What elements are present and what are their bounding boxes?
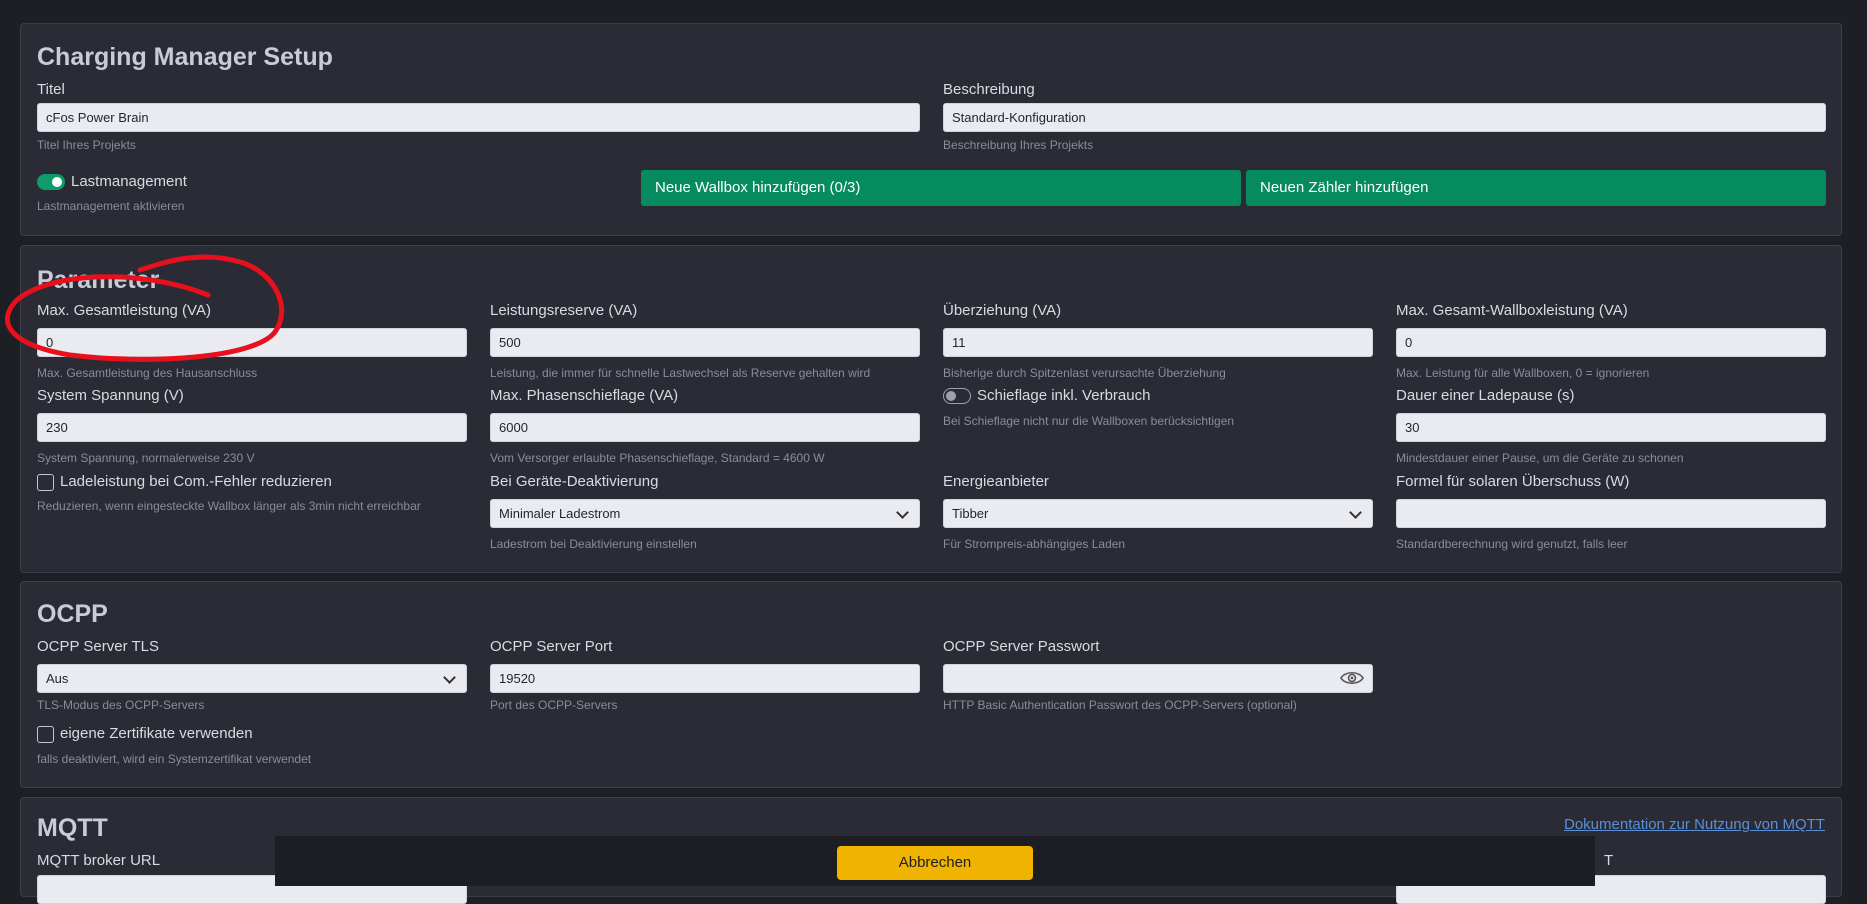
max-wallboxleistung-input[interactable]: 0 [1396,328,1826,357]
setup-card: Charging Manager Setup Titel cFos Power … [20,23,1842,236]
mqtt-title: MQTT [37,814,108,842]
max-wallboxleistung-label: Max. Gesamt-Wallboxleistung (VA) [1396,302,1628,319]
phasenschieflage-help: Vom Versorger erlaubte Phasenschieflage,… [490,451,825,465]
solar-formel-label: Formel für solaren Überschuss (W) [1396,473,1630,490]
geraete-deaktivierung-label: Bei Geräte-Deaktivierung [490,473,659,490]
ueberziehung-label: Überziehung (VA) [943,302,1062,319]
leistungsreserve-field: Leistungsreserve (VA) 500 Leistung, die … [490,301,920,380]
ocpp-password-label: OCPP Server Passwort [943,638,1100,655]
energieanbieter-field: Energieanbieter Tibber Für Strompreis-ab… [943,472,1373,551]
parameter-title: Parameter [37,266,160,294]
ocpp-tls-help: TLS-Modus des OCPP-Servers [37,698,205,712]
phasenschieflage-field: Max. Phasenschieflage (VA) 6000 Vom Vers… [490,386,920,465]
ocpp-cert-row: eigene Zertifikate verwenden [37,724,467,744]
ocpp-cert-checkbox[interactable] [37,725,54,743]
cancel-button[interactable]: Abbrechen [837,846,1033,880]
ocpp-port-field: OCPP Server Port 19520 Port des OCPP-Ser… [490,637,920,712]
ocpp-card: OCPP OCPP Server TLS Aus TLS-Modus des O… [20,581,1842,788]
max-wallboxleistung-field: Max. Gesamt-Wallboxleistung (VA) 0 Max. … [1396,301,1826,380]
ueberziehung-field: Überziehung (VA) 11 Bisherige durch Spit… [943,301,1373,380]
system-spannung-field: System Spannung (V) 230 System Spannung,… [37,386,467,465]
ladepause-input[interactable]: 30 [1396,413,1826,442]
lastmanagement-label: Lastmanagement [71,173,187,190]
geraete-deaktivierung-field: Bei Geräte-Deaktivierung Minimaler Lades… [490,472,920,551]
system-spannung-input[interactable]: 230 [37,413,467,442]
max-gesamtleistung-field: Max. Gesamtleistung (VA) 0 Max. Gesamtle… [37,301,467,380]
setup-title: Charging Manager Setup [37,43,333,71]
energieanbieter-select[interactable]: Tibber [943,499,1373,528]
ladepause-label: Dauer einer Ladepause (s) [1396,387,1575,404]
com-fehler-field: Ladeleistung bei Com.-Fehler reduzieren … [37,472,467,513]
ladepause-field: Dauer einer Ladepause (s) 30 Mindestdaue… [1396,386,1826,465]
ocpp-cert-label: eigene Zertifikate verwenden [60,725,253,742]
titel-label: Titel [37,81,65,98]
ocpp-port-input[interactable]: 19520 [490,664,920,693]
ocpp-password-wrapper [943,664,1373,693]
titel-input[interactable]: cFos Power Brain [37,103,920,132]
schieflage-verbrauch-row: Schieflage inkl. Verbrauch [943,386,1373,406]
com-fehler-row: Ladeleistung bei Com.-Fehler reduzieren [37,472,467,492]
titel-field: Titel cFos Power Brain Titel Ihres Proje… [37,80,920,152]
com-fehler-help: Reduzieren, wenn eingesteckte Wallbox lä… [37,499,421,513]
phasenschieflage-input[interactable]: 6000 [490,413,920,442]
phasenschieflage-label: Max. Phasenschieflage (VA) [490,387,679,404]
ocpp-cert-field: eigene Zertifikate verwenden falls deakt… [37,724,467,766]
com-fehler-label: Ladeleistung bei Com.-Fehler reduzieren [60,473,332,490]
ocpp-tls-select[interactable]: Aus [37,664,467,693]
leistungsreserve-help: Leistung, die immer für schnelle Lastwec… [490,366,871,380]
add-meter-button[interactable]: Neuen Zähler hinzufügen [1246,170,1826,206]
energieanbieter-help: Für Strompreis-abhängiges Laden [943,537,1126,551]
ladepause-help: Mindestdauer einer Pause, um die Geräte … [1396,451,1684,465]
schieflage-verbrauch-label: Schieflage inkl. Verbrauch [977,387,1151,404]
beschreibung-input[interactable]: Standard-Konfiguration [943,103,1826,132]
add-wallbox-button[interactable]: Neue Wallbox hinzufügen (0/3) [641,170,1241,206]
beschreibung-label: Beschreibung [943,81,1035,98]
titel-help: Titel Ihres Projekts [37,138,136,152]
max-gesamtleistung-label: Max. Gesamtleistung (VA) [37,302,211,319]
ocpp-password-field: OCPP Server Passwort HTTP Basic Authenti… [943,637,1373,712]
ocpp-tls-field: OCPP Server TLS Aus TLS-Modus des OCPP-S… [37,637,467,712]
parameter-card: Parameter Max. Gesamtleistung (VA) 0 Max… [20,245,1842,573]
system-spannung-help: System Spannung, normalerweise 230 V [37,451,255,465]
max-gesamtleistung-help: Max. Gesamtleistung des Hausanschluss [37,366,258,380]
ocpp-port-help: Port des OCPP-Servers [490,698,618,712]
geraete-deaktivierung-select[interactable]: Minimaler Ladestrom [490,499,920,528]
max-wallboxleistung-help: Max. Leistung für alle Wallboxen, 0 = ig… [1396,366,1650,380]
beschreibung-help: Beschreibung Ihres Projekts [943,138,1094,152]
ocpp-password-help: HTTP Basic Authentication Passwort des O… [943,698,1297,712]
ocpp-port-label: OCPP Server Port [490,638,613,655]
lastmanagement-row: Lastmanagement [37,172,467,192]
ueberziehung-help: Bisherige durch Spitzenlast verursachte … [943,366,1226,380]
solar-formel-help: Standardberechnung wird genutzt, falls l… [1396,537,1628,551]
beschreibung-field: Beschreibung Standard-Konfiguration Besc… [943,80,1826,152]
ueberziehung-input[interactable]: 11 [943,328,1373,357]
com-fehler-checkbox[interactable] [37,473,54,491]
system-spannung-label: System Spannung (V) [37,387,184,404]
mqtt-doc-link[interactable]: Dokumentation zur Nutzung von MQTT [1564,816,1825,833]
geraete-deaktivierung-help: Ladestrom bei Deaktivierung einstellen [490,537,697,551]
ocpp-cert-help: falls deaktiviert, wird ein Systemzertif… [37,752,312,766]
lastmanagement-field: Lastmanagement Lastmanagement aktivieren [37,172,467,213]
solar-formel-field: Formel für solaren Überschuss (W) Standa… [1396,472,1826,551]
lastmanagement-toggle[interactable] [37,174,65,191]
max-gesamtleistung-input[interactable]: 0 [37,328,467,357]
eye-icon[interactable] [1340,669,1364,692]
schieflage-verbrauch-field: Schieflage inkl. Verbrauch Bei Schieflag… [943,386,1373,428]
leistungsreserve-label: Leistungsreserve (VA) [490,302,638,319]
schieflage-verbrauch-help: Bei Schieflage nicht nur die Wallboxen b… [943,414,1235,428]
energieanbieter-label: Energieanbieter [943,473,1049,490]
solar-formel-input[interactable] [1396,499,1826,528]
lastmanagement-help: Lastmanagement aktivieren [37,199,185,213]
mqtt-right-label: T [1604,852,1614,869]
mqtt-broker-label: MQTT broker URL [37,852,161,869]
leistungsreserve-input[interactable]: 500 [490,328,920,357]
ocpp-tls-label: OCPP Server TLS [37,638,159,655]
ocpp-title: OCPP [37,600,108,628]
schieflage-verbrauch-toggle[interactable] [943,388,971,405]
